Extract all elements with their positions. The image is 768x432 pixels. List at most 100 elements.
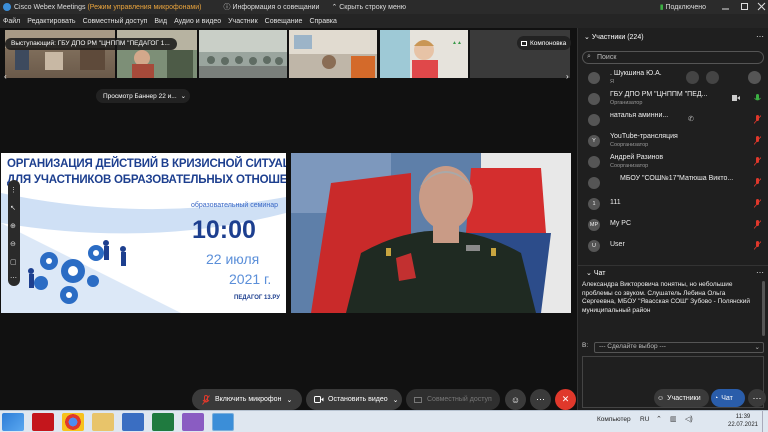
tray-computer-label[interactable]: Компьютер <box>597 416 631 423</box>
meeting-info-button[interactable]: ⓘ Информация о совещании <box>224 2 320 12</box>
menu-file[interactable]: Файл <box>3 18 20 25</box>
mic-muted-icon <box>754 178 761 187</box>
participant-row[interactable]: . Шукшина Ю.А. Я <box>582 68 764 88</box>
layout-button-label: Компоновка <box>530 39 567 47</box>
chevron-down-icon[interactable]: ⌄ <box>393 396 399 404</box>
folder-icon[interactable] <box>92 413 114 431</box>
volume-icon[interactable]: ◁) <box>685 415 693 423</box>
windows-taskbar: Компьютер RU ⌃ ▥ ◁) 11:39 22.07.2021 <box>0 410 768 432</box>
minimize-icon[interactable] <box>721 2 730 11</box>
avatar: 1 <box>588 198 600 210</box>
excel-icon[interactable] <box>152 413 174 431</box>
tray-expand-icon[interactable]: ⌃ <box>656 415 662 423</box>
menu-meeting[interactable]: Совещание <box>265 18 303 25</box>
participant-row[interactable]: МБОУ "СОШ№17"Матюша Викто... <box>582 173 764 193</box>
more-icon[interactable]: ⋯ <box>10 274 18 282</box>
chat-scrollbar[interactable] <box>762 281 765 336</box>
layout-button[interactable]: Компоновка <box>517 36 571 50</box>
mic-on-icon <box>754 94 761 101</box>
menu-edit[interactable]: Редактировать <box>27 18 75 25</box>
leave-meeting-button[interactable]: ✕ <box>555 389 576 410</box>
chat-options-icon[interactable]: ⋯ <box>756 268 764 277</box>
mic-muted-icon <box>754 199 761 208</box>
avatar <box>588 72 600 84</box>
close-icon[interactable] <box>757 2 766 11</box>
scroll-left-icon[interactable]: ‹ <box>4 72 12 81</box>
participant-name: My PC <box>610 220 631 227</box>
app-icon[interactable] <box>182 413 204 431</box>
banner-date-line2: 2021 г. <box>229 271 272 287</box>
participants-header[interactable]: ⌄ Участники (224) <box>584 33 644 41</box>
panel-more-button[interactable]: ⋯ <box>748 389 766 407</box>
chevron-down-icon: ⌄ <box>754 344 760 351</box>
menu-view[interactable]: Вид <box>154 18 167 25</box>
maximize-icon[interactable] <box>740 2 749 11</box>
participant-row[interactable]: Андрей Разинов Соорганизатор <box>582 152 764 172</box>
more-options-button[interactable]: ⋯ <box>530 389 551 410</box>
participant-name: User <box>610 241 625 248</box>
hide-menu-bar-button[interactable]: ⌃ Скрыть строку меню <box>331 3 406 11</box>
stop-video-button[interactable]: Остановить видео ⌄ <box>306 389 402 410</box>
reactions-button[interactable]: ☺ <box>505 389 526 410</box>
unmute-microphone-button[interactable]: Включить микрофон ⌄ <box>192 389 302 410</box>
zoom-out-icon[interactable]: ⊖ <box>10 240 18 248</box>
scroll-right-icon[interactable]: › <box>566 72 574 81</box>
svg-text:▲▲: ▲▲ <box>452 40 462 46</box>
menu-share[interactable]: Совместный доступ <box>83 18 148 25</box>
avatar: Y <box>588 135 600 147</box>
avatar <box>588 114 600 126</box>
menu-audio-video[interactable]: Аудио и видео <box>174 18 221 25</box>
menu-bar: Файл Редактировать Совместный доступ Вид… <box>0 14 768 28</box>
active-speaker-label: Выступающий: ГБУ ДПО РМ "ЦНППМ "ПЕДАГОГ … <box>5 38 177 50</box>
participant-video[interactable] <box>291 153 571 313</box>
participant-row[interactable]: 1 111 <box>582 194 764 214</box>
taskbar-clock[interactable]: 11:39 22.07.2021 <box>726 413 760 429</box>
drag-handle-icon[interactable]: ⋮ <box>10 186 18 194</box>
video-camera-icon <box>732 95 740 101</box>
banner-view-dropdown[interactable]: Просмотр Баннер 22 и... ⌄ <box>96 89 190 103</box>
word-icon[interactable] <box>122 413 144 431</box>
video-toggle-icon[interactable] <box>686 71 699 84</box>
mic-muted-icon <box>754 220 761 229</box>
acrobat-icon[interactable] <box>32 413 54 431</box>
mic-toggle-icon[interactable] <box>706 71 719 84</box>
participant-search-input[interactable]: ⌕ Поиск <box>582 51 764 64</box>
participant-row[interactable]: Y YouTube-трансляция Соорганизатор <box>582 131 764 151</box>
avatar <box>588 93 600 105</box>
chat-toggle-button[interactable]: ◔ Чат <box>711 389 745 407</box>
share-content-button[interactable]: Совместный доступ <box>406 389 500 410</box>
participants-count: Участники (224) <box>591 34 644 41</box>
start-icon[interactable] <box>2 413 24 431</box>
chat-header[interactable]: ⌄ Чат <box>578 265 768 279</box>
meeting-info-label: Информация о совещании <box>232 4 320 11</box>
menu-participant[interactable]: Участник <box>228 18 258 25</box>
fit-icon[interactable]: ▢ <box>10 258 18 266</box>
tray-language[interactable]: RU <box>640 416 649 423</box>
mic-muted-icon <box>202 394 210 405</box>
video-thumbnail-active-speaker[interactable]: ▲▲ <box>380 30 468 78</box>
avatar: U <box>588 240 600 252</box>
participants-toggle-button[interactable]: ☺ Участники <box>654 389 709 407</box>
banner-title-line2: ДЛЯ УЧАСТНИКОВ ОБРАЗОВАТЕЛЬНЫХ ОТНОШЕНИЙ <box>7 174 286 186</box>
close-icon: ✕ <box>561 394 570 404</box>
pointer-icon[interactable]: ↖ <box>10 204 18 212</box>
chat-recipient-select[interactable]: --- Сделайте выбор --- ⌄ <box>594 342 764 353</box>
title-bar: Cisco Webex Meetings (Режим управления м… <box>0 0 768 14</box>
network-icon[interactable]: ▥ <box>670 415 677 423</box>
mic-muted-icon <box>754 136 761 145</box>
menu-help[interactable]: Справка <box>309 18 336 25</box>
show-desktop-button[interactable] <box>762 411 768 432</box>
video-thumbnail[interactable] <box>199 30 287 78</box>
webex-taskbar-icon[interactable] <box>212 413 234 431</box>
participant-row[interactable]: ГБУ ДПО РМ "ЦНППМ "ПЕД... Организатор <box>582 89 764 109</box>
mic-muted-icon[interactable] <box>748 71 761 84</box>
chrome-icon[interactable] <box>62 413 84 431</box>
chevron-down-icon[interactable]: ⌄ <box>286 396 292 404</box>
participant-row[interactable]: MP My PC <box>582 215 764 235</box>
video-thumbnail[interactable] <box>289 30 377 78</box>
panel-options-icon[interactable]: ⋯ <box>756 32 764 41</box>
zoom-in-icon[interactable]: ⊕ <box>10 222 18 230</box>
participant-row[interactable]: наталья аминни... ✆ <box>582 110 764 130</box>
clock-date: 22.07.2021 <box>727 422 759 428</box>
participant-row[interactable]: U User <box>582 236 764 256</box>
